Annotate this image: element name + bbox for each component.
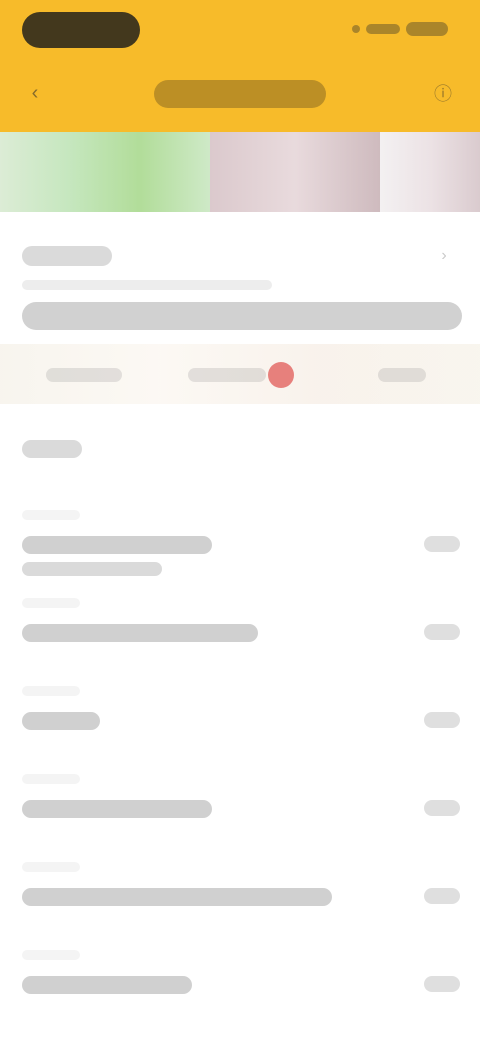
chevron-left-icon: ‹: [31, 81, 39, 104]
item-meta: [22, 510, 80, 520]
banner-image-middle: [210, 132, 380, 212]
top-banner[interactable]: [0, 132, 480, 212]
item-trailing: [424, 712, 460, 728]
item-meta: [22, 950, 80, 960]
notification-badge: [268, 362, 294, 388]
back-button[interactable]: ‹: [22, 80, 48, 106]
chevron-right-icon: ›: [441, 247, 447, 264]
quick-action-2[interactable]: [188, 368, 266, 382]
status-time-pill: [22, 12, 140, 48]
item-trailing: [424, 976, 460, 992]
list-item[interactable]: [0, 752, 480, 840]
item-trailing: [424, 800, 460, 816]
item-subtitle: [22, 562, 162, 576]
item-title: [22, 712, 100, 730]
header-action-button[interactable]: ⓘ: [430, 80, 456, 106]
item-trailing: [424, 536, 460, 552]
app-header: ‹ ⓘ: [0, 0, 480, 132]
card-chevron-button[interactable]: ›: [434, 246, 454, 266]
page-title: [154, 80, 326, 108]
items-list: [0, 488, 480, 1016]
quick-action-1[interactable]: [46, 368, 122, 382]
card-progress: [22, 302, 462, 330]
item-title: [22, 976, 192, 994]
summary-card: ›: [0, 212, 480, 412]
item-title: [22, 536, 212, 554]
item-meta: [22, 598, 80, 608]
item-trailing: [424, 624, 460, 640]
signal-icon: [352, 25, 360, 33]
section-title: [22, 440, 82, 458]
wifi-icon: [366, 24, 400, 34]
item-title: [22, 888, 332, 906]
list-item[interactable]: [0, 488, 480, 576]
banner-image-right: [380, 132, 480, 212]
item-meta: [22, 862, 80, 872]
list-item[interactable]: [0, 664, 480, 752]
item-title: [22, 800, 212, 818]
card-subtitle: [22, 280, 272, 290]
item-trailing: [424, 888, 460, 904]
battery-icon: [406, 22, 448, 36]
list-item[interactable]: [0, 576, 480, 664]
status-icons: [352, 22, 448, 36]
info-icon: ⓘ: [434, 84, 452, 104]
item-title: [22, 624, 258, 642]
banner-image-left: [0, 132, 210, 212]
item-meta: [22, 686, 80, 696]
item-meta: [22, 774, 80, 784]
list-item[interactable]: [0, 840, 480, 928]
card-title: [22, 246, 112, 266]
list-item[interactable]: [0, 928, 480, 1016]
quick-action-3[interactable]: [378, 368, 426, 382]
